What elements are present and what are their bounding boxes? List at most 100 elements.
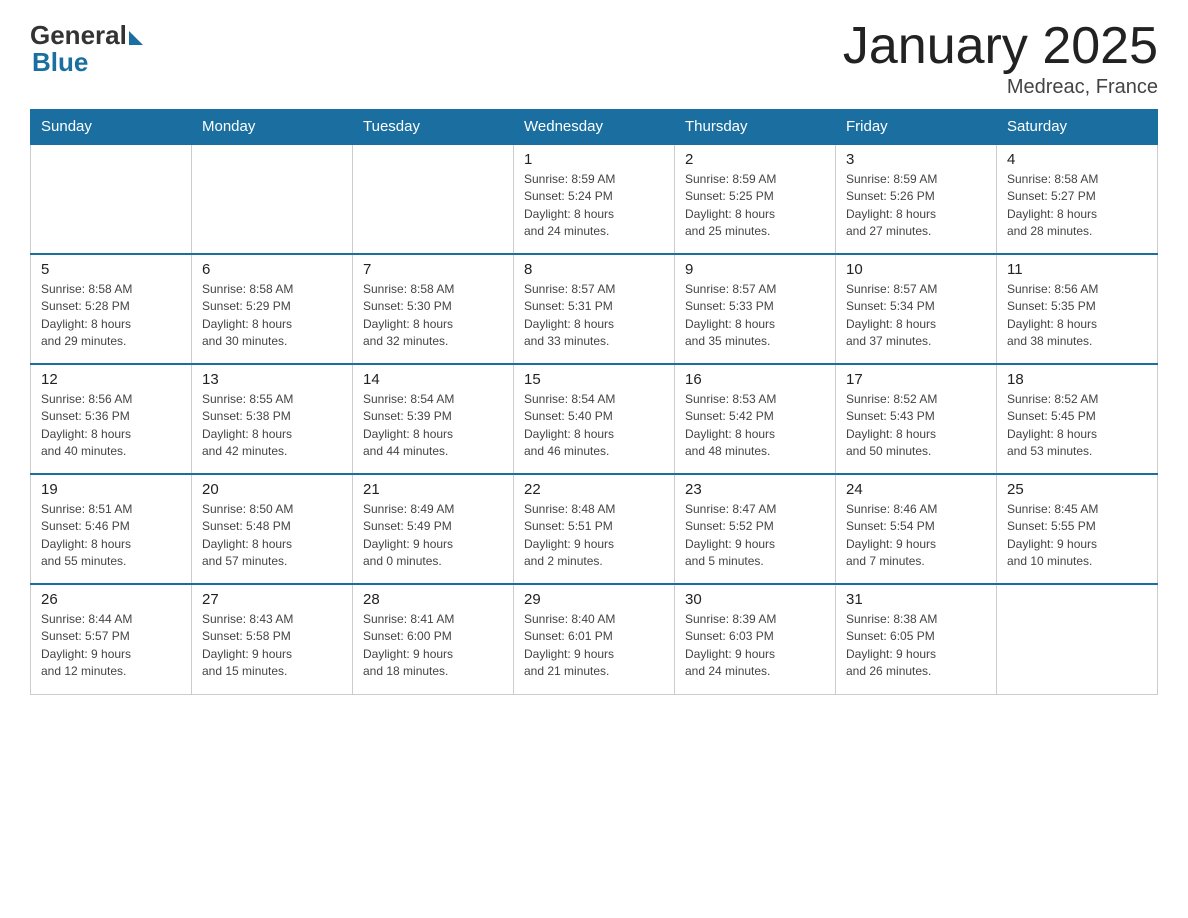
day-info: Sunrise: 8:58 AM Sunset: 5:27 PM Dayligh… [1007, 171, 1147, 241]
day-info: Sunrise: 8:46 AM Sunset: 5:54 PM Dayligh… [846, 501, 986, 571]
calendar-cell: 23Sunrise: 8:47 AM Sunset: 5:52 PM Dayli… [675, 474, 836, 584]
day-info: Sunrise: 8:53 AM Sunset: 5:42 PM Dayligh… [685, 391, 825, 461]
day-number: 31 [846, 591, 986, 608]
calendar-cell: 17 Sunrise: 8:52 AM Sunset: 5:43 PM Dayli… [836, 364, 997, 474]
day-number: 14 [363, 371, 503, 388]
calendar-cell: 25 Sunrise: 8:45 AM Sunset: 5:55 PM Dayli… [997, 474, 1158, 584]
day-number: 22 [524, 481, 664, 498]
day-number: 2 [685, 151, 825, 168]
day-number: 3 [846, 151, 986, 168]
day-info: Sunrise: 8:58 AM Sunset: 5:30 PM Dayligh… [363, 281, 503, 351]
day-number: 1 [524, 151, 664, 168]
logo: General Blue [30, 20, 143, 78]
calendar-cell: 21 Sunrise: 8:49 AM Sunset: 5:49 PM Dayli… [353, 474, 514, 584]
day-info: Sunrise: 8:49 AM Sunset: 5:49 PM Dayligh… [363, 501, 503, 571]
day-number: 26 [41, 591, 181, 608]
day-header-friday: Friday [836, 110, 997, 145]
day-info: Sunrise: 8:59 AM Sunset: 5:24 PM Dayligh… [524, 171, 664, 241]
day-info: Sunrise: 8:52 AM Sunset: 5:43 PM Dayligh… [846, 391, 986, 461]
calendar-week-row: 5 Sunrise: 8:58 AM Sunset: 5:28 PM Daylig… [31, 254, 1158, 364]
title-section: January 2025 Medreac, France [843, 20, 1158, 99]
calendar-cell: 12Sunrise: 8:56 AM Sunset: 5:36 PM Dayli… [31, 364, 192, 474]
day-number: 20 [202, 481, 342, 498]
day-number: 19 [41, 481, 181, 498]
calendar-cell: 16 Sunrise: 8:53 AM Sunset: 5:42 PM Dayli… [675, 364, 836, 474]
calendar-cell: 10 Sunrise: 8:57 AM Sunset: 5:34 PM Dayli… [836, 254, 997, 364]
calendar-cell: 19 Sunrise: 8:51 AM Sunset: 5:46 PM Dayli… [31, 474, 192, 584]
page-header: General Blue January 2025 Medreac, Franc… [30, 20, 1158, 99]
calendar-week-row: 1 Sunrise: 8:59 AM Sunset: 5:24 PM Daylig… [31, 144, 1158, 254]
calendar-cell: 20 Sunrise: 8:50 AM Sunset: 5:48 PM Dayli… [192, 474, 353, 584]
day-info: Sunrise: 8:51 AM Sunset: 5:46 PM Dayligh… [41, 501, 181, 571]
day-number: 5 [41, 261, 181, 278]
day-number: 29 [524, 591, 664, 608]
calendar-cell: 22 Sunrise: 8:48 AM Sunset: 5:51 PM Dayli… [514, 474, 675, 584]
day-info: Sunrise: 8:40 AM Sunset: 6:01 PM Dayligh… [524, 611, 664, 681]
day-info: Sunrise: 8:50 AM Sunset: 5:48 PM Dayligh… [202, 501, 342, 571]
calendar-cell: 18Sunrise: 8:52 AM Sunset: 5:45 PM Dayli… [997, 364, 1158, 474]
calendar-week-row: 12Sunrise: 8:56 AM Sunset: 5:36 PM Dayli… [31, 364, 1158, 474]
day-number: 7 [363, 261, 503, 278]
calendar-cell: 8Sunrise: 8:57 AM Sunset: 5:31 PM Daylig… [514, 254, 675, 364]
calendar-cell: 26 Sunrise: 8:44 AM Sunset: 5:57 PM Dayli… [31, 584, 192, 694]
day-number: 17 [846, 371, 986, 388]
calendar-cell: 11 Sunrise: 8:56 AM Sunset: 5:35 PM Dayli… [997, 254, 1158, 364]
calendar-cell: 28Sunrise: 8:41 AM Sunset: 6:00 PM Dayli… [353, 584, 514, 694]
calendar-cell: 15 Sunrise: 8:54 AM Sunset: 5:40 PM Dayli… [514, 364, 675, 474]
calendar-cell: 3 Sunrise: 8:59 AM Sunset: 5:26 PM Daylig… [836, 144, 997, 254]
calendar-cell [997, 584, 1158, 694]
month-title: January 2025 [843, 20, 1158, 72]
location: Medreac, France [843, 76, 1158, 99]
calendar-cell: 1 Sunrise: 8:59 AM Sunset: 5:24 PM Daylig… [514, 144, 675, 254]
day-info: Sunrise: 8:45 AM Sunset: 5:55 PM Dayligh… [1007, 501, 1147, 571]
calendar-cell: 24 Sunrise: 8:46 AM Sunset: 5:54 PM Dayli… [836, 474, 997, 584]
day-number: 24 [846, 481, 986, 498]
day-info: Sunrise: 8:41 AM Sunset: 6:00 PM Dayligh… [363, 611, 503, 681]
day-info: Sunrise: 8:58 AM Sunset: 5:29 PM Dayligh… [202, 281, 342, 351]
day-info: Sunrise: 8:43 AM Sunset: 5:58 PM Dayligh… [202, 611, 342, 681]
day-info: Sunrise: 8:54 AM Sunset: 5:39 PM Dayligh… [363, 391, 503, 461]
day-info: Sunrise: 8:58 AM Sunset: 5:28 PM Dayligh… [41, 281, 181, 351]
calendar-cell [192, 144, 353, 254]
day-number: 12 [41, 371, 181, 388]
calendar-cell: 13 Sunrise: 8:55 AM Sunset: 5:38 PM Dayli… [192, 364, 353, 474]
day-header-tuesday: Tuesday [353, 110, 514, 145]
calendar-cell: 4 Sunrise: 8:58 AM Sunset: 5:27 PM Daylig… [997, 144, 1158, 254]
day-number: 6 [202, 261, 342, 278]
calendar-week-row: 19 Sunrise: 8:51 AM Sunset: 5:46 PM Dayli… [31, 474, 1158, 584]
day-info: Sunrise: 8:39 AM Sunset: 6:03 PM Dayligh… [685, 611, 825, 681]
day-number: 27 [202, 591, 342, 608]
day-number: 8 [524, 261, 664, 278]
day-number: 15 [524, 371, 664, 388]
day-info: Sunrise: 8:54 AM Sunset: 5:40 PM Dayligh… [524, 391, 664, 461]
day-info: Sunrise: 8:47 AM Sunset: 5:52 PM Dayligh… [685, 501, 825, 571]
day-info: Sunrise: 8:44 AM Sunset: 5:57 PM Dayligh… [41, 611, 181, 681]
day-number: 16 [685, 371, 825, 388]
day-number: 11 [1007, 261, 1147, 278]
day-info: Sunrise: 8:56 AM Sunset: 5:35 PM Dayligh… [1007, 281, 1147, 351]
day-header-saturday: Saturday [997, 110, 1158, 145]
day-info: Sunrise: 8:55 AM Sunset: 5:38 PM Dayligh… [202, 391, 342, 461]
calendar-header-row: SundayMondayTuesdayWednesdayThursdayFrid… [31, 110, 1158, 145]
calendar-cell: 27 Sunrise: 8:43 AM Sunset: 5:58 PM Dayli… [192, 584, 353, 694]
day-info: Sunrise: 8:57 AM Sunset: 5:34 PM Dayligh… [846, 281, 986, 351]
day-number: 21 [363, 481, 503, 498]
day-number: 18 [1007, 371, 1147, 388]
day-info: Sunrise: 8:59 AM Sunset: 5:26 PM Dayligh… [846, 171, 986, 241]
calendar-cell: 30Sunrise: 8:39 AM Sunset: 6:03 PM Dayli… [675, 584, 836, 694]
calendar-table: SundayMondayTuesdayWednesdayThursdayFrid… [30, 109, 1158, 695]
day-number: 25 [1007, 481, 1147, 498]
calendar-cell [31, 144, 192, 254]
calendar-cell [353, 144, 514, 254]
day-number: 10 [846, 261, 986, 278]
day-info: Sunrise: 8:48 AM Sunset: 5:51 PM Dayligh… [524, 501, 664, 571]
day-header-monday: Monday [192, 110, 353, 145]
calendar-cell: 29 Sunrise: 8:40 AM Sunset: 6:01 PM Dayli… [514, 584, 675, 694]
calendar-week-row: 26 Sunrise: 8:44 AM Sunset: 5:57 PM Dayli… [31, 584, 1158, 694]
day-number: 13 [202, 371, 342, 388]
calendar-cell: 6 Sunrise: 8:58 AM Sunset: 5:29 PM Daylig… [192, 254, 353, 364]
calendar-cell: 7 Sunrise: 8:58 AM Sunset: 5:30 PM Daylig… [353, 254, 514, 364]
day-number: 9 [685, 261, 825, 278]
calendar-cell: 2Sunrise: 8:59 AM Sunset: 5:25 PM Daylig… [675, 144, 836, 254]
day-number: 4 [1007, 151, 1147, 168]
